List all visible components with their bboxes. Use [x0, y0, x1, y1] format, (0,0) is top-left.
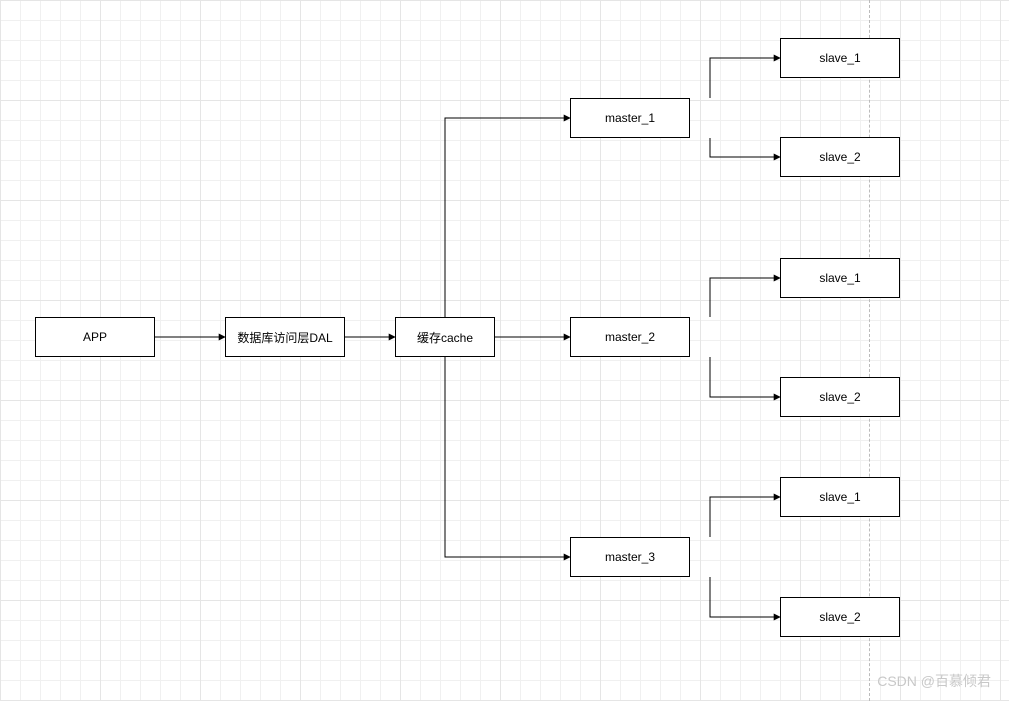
node-m2-slave-1: slave_1 — [780, 258, 900, 298]
node-m2-slave-2: slave_2 — [780, 377, 900, 417]
node-m2-slave-2-label: slave_2 — [819, 390, 860, 404]
node-m1-slave-2: slave_2 — [780, 137, 900, 177]
node-m1-slave-1: slave_1 — [780, 38, 900, 78]
node-app-label: APP — [83, 330, 107, 344]
watermark-text: CSDN @百慕倾君 — [877, 673, 991, 689]
node-m1-slave-2-label: slave_2 — [819, 150, 860, 164]
node-cache: 缓存cache — [395, 317, 495, 357]
node-master-3-label: master_3 — [605, 550, 655, 564]
node-app: APP — [35, 317, 155, 357]
node-master-2: master_2 — [570, 317, 690, 357]
node-m1-slave-1-label: slave_1 — [819, 51, 860, 65]
watermark: CSDN @百慕倾君 — [877, 671, 991, 691]
node-m3-slave-1-label: slave_1 — [819, 490, 860, 504]
node-dal-label: 数据库访问层DAL — [237, 329, 332, 346]
node-master-1-label: master_1 — [605, 111, 655, 125]
node-master-3: master_3 — [570, 537, 690, 577]
node-m3-slave-2: slave_2 — [780, 597, 900, 637]
node-m2-slave-1-label: slave_1 — [819, 271, 860, 285]
node-m3-slave-2-label: slave_2 — [819, 610, 860, 624]
node-dal: 数据库访问层DAL — [225, 317, 345, 357]
node-master-2-label: master_2 — [605, 330, 655, 344]
node-master-1: master_1 — [570, 98, 690, 138]
node-m3-slave-1: slave_1 — [780, 477, 900, 517]
node-cache-label: 缓存cache — [417, 329, 473, 346]
